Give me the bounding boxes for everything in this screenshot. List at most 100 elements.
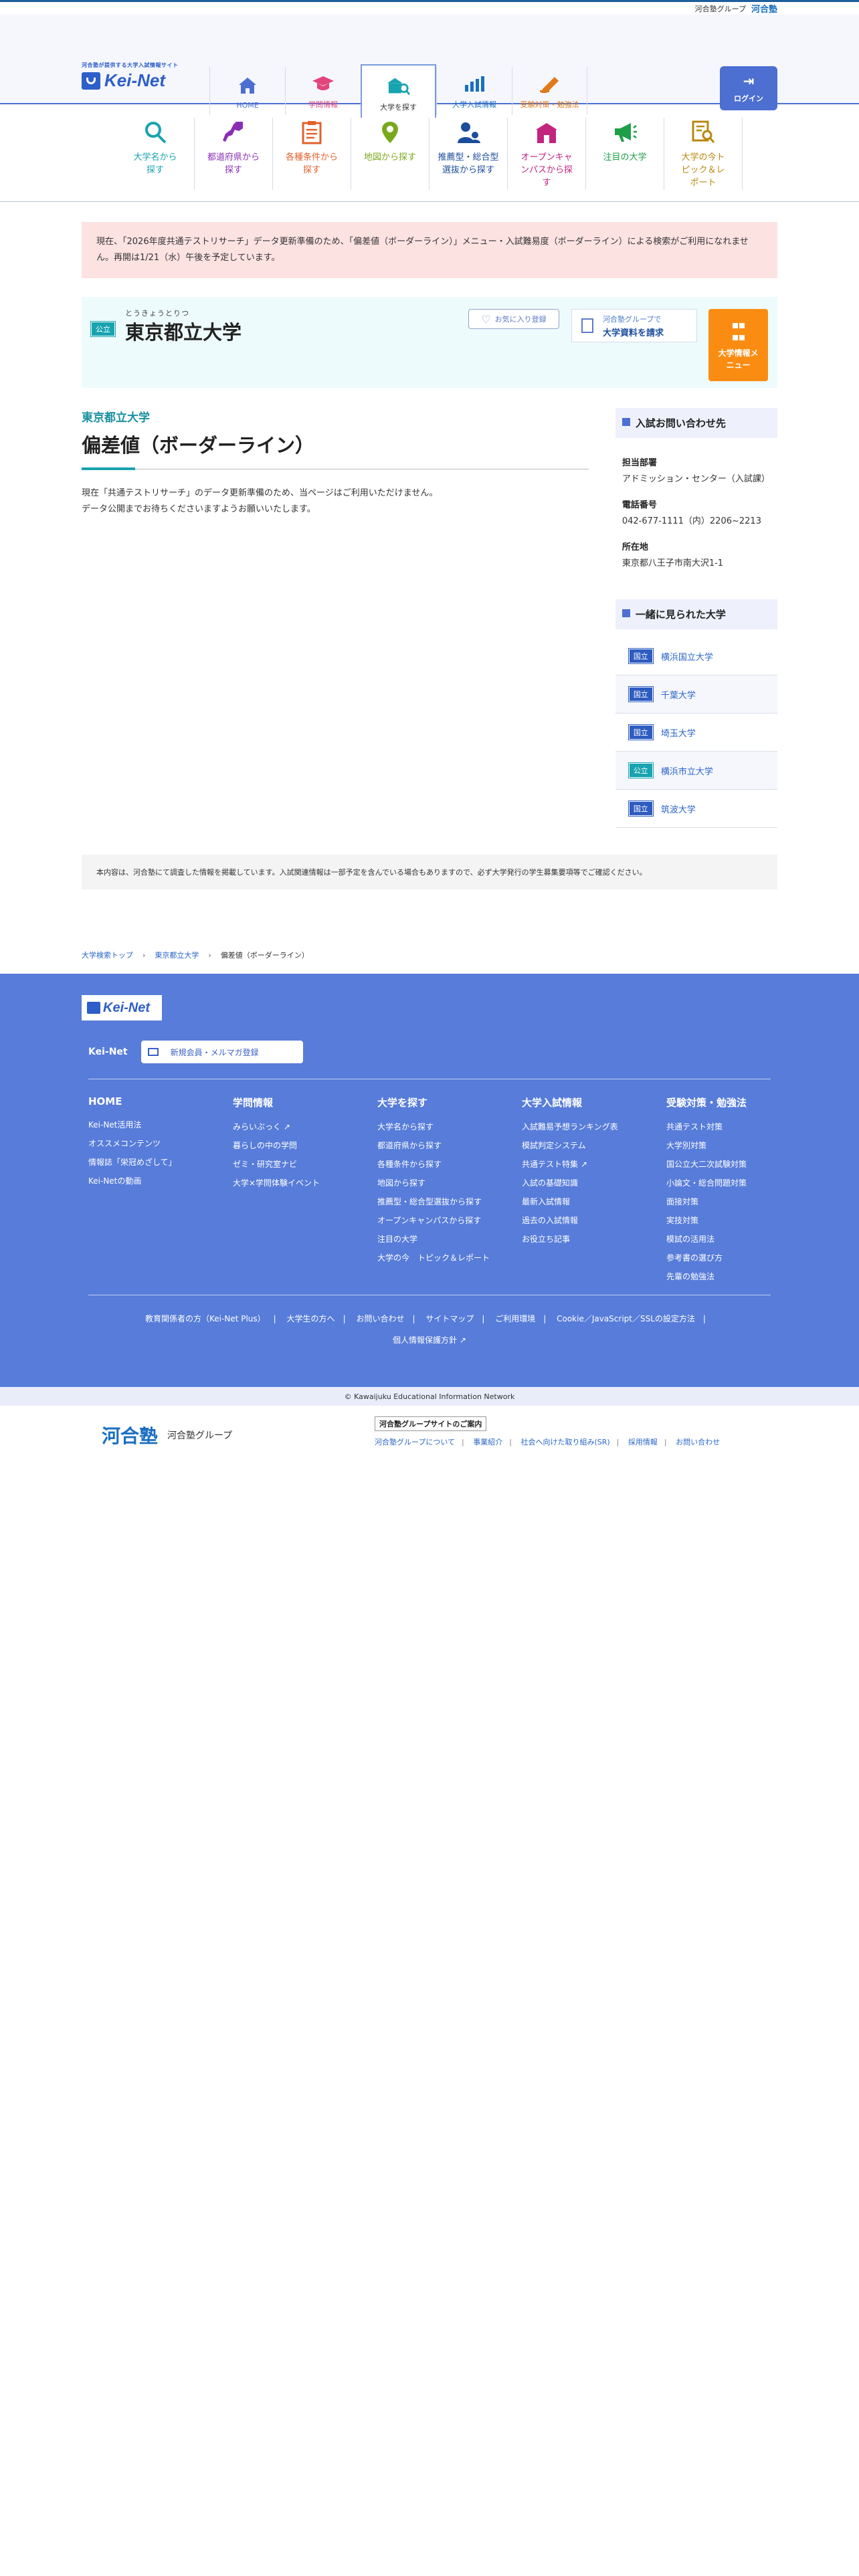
subnav-by-prefecture[interactable]: 都道府県から探す xyxy=(195,118,273,190)
group-link[interactable]: 河合塾グループについて xyxy=(375,1438,455,1446)
footer-bottom-link[interactable]: 個人情報保護方針 ↗ xyxy=(393,1335,466,1345)
page-title: 偏差値（ボーダーライン） xyxy=(82,430,589,470)
footer-link[interactable]: ゼミ・研究室ナビ xyxy=(233,1155,377,1174)
contact-info: 担当部署 アドミッション・センター（入試課） 電話番号 042-677-1111… xyxy=(615,438,777,584)
menu-label: 大学情報メニュー xyxy=(718,348,759,370)
footer-link[interactable]: 実技対策 xyxy=(666,1211,811,1230)
footer-link[interactable]: 国公立大二次試験対策 xyxy=(666,1155,811,1174)
subnav-by-map[interactable]: 地図から探す xyxy=(351,118,430,190)
footer-link[interactable]: 各種条件から探す xyxy=(377,1155,522,1174)
seen-university-link[interactable]: 国立 横浜国立大学 xyxy=(615,637,777,675)
footer-link[interactable]: 面接対策 xyxy=(666,1192,811,1211)
footer-link[interactable]: 大学の今 トピック＆レポート xyxy=(377,1249,522,1267)
footer-link[interactable]: 大学名から探す xyxy=(377,1117,522,1136)
footer-link[interactable]: 大学×学問体験イベント xyxy=(233,1174,377,1192)
seen-university-link[interactable]: 国立 千葉大学 xyxy=(615,675,777,714)
mail-icon xyxy=(147,1048,159,1056)
register-button[interactable]: 新規会員・メルマガ登録 xyxy=(140,1041,303,1063)
contact-value: 東京都八王子市南大沢1-1 xyxy=(622,558,724,568)
footer-link[interactable]: 共通テスト対策 xyxy=(666,1117,811,1136)
seen-university-link[interactable]: 公立 横浜市立大学 xyxy=(615,752,777,790)
footer-link[interactable]: 大学別対策 xyxy=(666,1136,811,1155)
maintenance-notice: 現在、「2026年度共通テストリサーチ」データ更新準備のため、「偏差値（ボーダー… xyxy=(82,222,777,278)
group-link[interactable]: 社会へ向けた取り組み(SR) xyxy=(520,1438,609,1446)
grid-icon: ▪▪ ▪▪ xyxy=(731,318,746,343)
subnav-featured[interactable]: 注目の大学 xyxy=(586,118,664,190)
footer-link[interactable]: Kei-Net活用法 xyxy=(88,1115,233,1134)
gnav-home[interactable]: HOME xyxy=(209,67,285,115)
footer-link[interactable]: 注目の大学 xyxy=(377,1230,522,1249)
footer-bottom-link[interactable]: Cookie／JavaScript／SSLの設定方法 xyxy=(557,1314,695,1323)
footer-link[interactable]: 推薦型・総合型選抜から探す xyxy=(377,1192,522,1211)
footer-link[interactable]: 模試の活用法 xyxy=(666,1230,811,1249)
footer-sitemap: HOME Kei-Net活用法 オススメコンテンツ 情報誌「栄冠めざして」 Ke… xyxy=(88,1095,811,1286)
subnav-label: 注目の大学 xyxy=(603,152,647,163)
footer-bottom-link[interactable]: サイトマップ xyxy=(425,1314,474,1323)
section-university-name: 東京都立大学 xyxy=(82,411,150,425)
favorite-button[interactable]: ♡ お気に入り登録 xyxy=(468,309,559,329)
footer-link[interactable]: 共通テスト特集 ↗ xyxy=(522,1155,666,1174)
footer-col-title[interactable]: HOME xyxy=(88,1095,233,1107)
gnav-study-methods[interactable]: 受験対策・勉強法 xyxy=(512,67,587,115)
footer-link[interactable]: 先輩の勉強法 xyxy=(666,1267,811,1286)
footer-bottom-link[interactable]: お問い合わせ xyxy=(356,1314,404,1323)
gnav-find-university[interactable]: 大学を探す xyxy=(361,64,436,118)
contact-label: 所在地 xyxy=(622,542,648,552)
request-materials-button[interactable]: 河合塾グループで 大学資料を請求 xyxy=(571,309,697,342)
footer-link[interactable]: 暮らしの中の学問 xyxy=(233,1136,377,1155)
footer-link[interactable]: 参考書の選び方 xyxy=(666,1249,811,1267)
footer-column: HOME Kei-Net活用法 オススメコンテンツ 情報誌「栄冠めざして」 Ke… xyxy=(88,1095,233,1286)
subnav-label: 地図から探す xyxy=(363,152,416,163)
group-link[interactable]: 事業紹介 xyxy=(473,1438,502,1446)
footer-logo-name: Kei-Net xyxy=(103,1000,151,1015)
subnav-by-recommendation[interactable]: 推薦型・総合型選抜から探す xyxy=(430,118,508,190)
footer-link[interactable]: オープンキャンパスから探す xyxy=(377,1211,522,1230)
footer-bottom-link[interactable]: 教育関係者の方（Kei-Net Plus） xyxy=(145,1314,266,1323)
subnav-by-open-campus[interactable]: オープンキャンパスから探す xyxy=(508,118,586,190)
footer-bottom-link[interactable]: ご利用環境 xyxy=(495,1314,535,1323)
university-menu-button[interactable]: ▪▪ ▪▪ 大学情報メニュー xyxy=(708,309,768,381)
gnav-label: 大学入試情報 xyxy=(452,100,496,109)
footer-col-title[interactable]: 大学を探す xyxy=(377,1095,522,1109)
footer-col-title[interactable]: 学問情報 xyxy=(233,1095,377,1109)
footer-col-title[interactable]: 大学入試情報 xyxy=(522,1095,666,1109)
footer-link[interactable]: 模試判定システム xyxy=(522,1136,666,1155)
footer-link[interactable]: 入試の基礎知識 xyxy=(522,1174,666,1192)
seen-university-link[interactable]: 国立 埼玉大学 xyxy=(615,714,777,752)
footer-link-text: 共通テスト特集 xyxy=(522,1160,579,1169)
campus-icon xyxy=(533,119,560,146)
site-footer: Kei-Net Kei-Net 新規会員・メルマガ登録 HOME Kei-Net… xyxy=(0,974,859,1387)
subnav-by-conditions[interactable]: 各種条件から探す xyxy=(273,118,351,190)
kei-net-logo[interactable]: 河合塾が提供する大学入試情報サイト Kei-Net xyxy=(82,62,195,91)
footer-col-title[interactable]: 受験対策・勉強法 xyxy=(666,1095,811,1109)
footer-link[interactable]: 最新入試情報 xyxy=(522,1192,666,1211)
footer-link[interactable]: 入試難易予想ランキング表 xyxy=(522,1117,666,1136)
group-link[interactable]: お問い合わせ xyxy=(676,1438,720,1446)
footer-link[interactable]: オススメコンテンツ xyxy=(88,1134,233,1153)
footer-link[interactable]: みらいぶっく ↗ xyxy=(233,1117,377,1136)
kawaijuku-mini-logo[interactable]: 河合塾 xyxy=(751,2,777,15)
login-button[interactable]: ⇥ ログイン xyxy=(720,66,777,110)
seen-university-link[interactable]: 国立 筑波大学 xyxy=(615,790,777,828)
breadcrumb-link[interactable]: 東京都立大学 xyxy=(155,950,199,960)
subnav-label: オープンキャンパスから探す xyxy=(520,152,573,188)
group-link[interactable]: 採用情報 xyxy=(628,1438,658,1446)
footer-link[interactable]: 過去の入試情報 xyxy=(522,1211,666,1230)
kawaijuku-logo[interactable]: 河合塾 河合塾グループ xyxy=(102,1422,232,1448)
footer-link[interactable]: お役立ち記事 xyxy=(522,1230,666,1249)
disclaimer: 本内容は、河合塾にて調査した情報を掲載しています。入試関連情報は一部予定を含んで… xyxy=(82,855,777,889)
gnav-admission-info[interactable]: 大学入試情報 xyxy=(436,67,512,115)
footer-link[interactable]: Kei-Netの動画 xyxy=(88,1172,233,1190)
gnav-academics[interactable]: 学問情報 xyxy=(285,67,361,115)
subnav-by-name[interactable]: 大学名から探す xyxy=(116,118,195,190)
home-icon xyxy=(236,76,259,96)
footer-link[interactable]: 地図から探す xyxy=(377,1174,522,1192)
subnav-topics[interactable]: 大学の今トピック＆レポート xyxy=(664,118,743,190)
footer-bottom-link[interactable]: 大学生の方へ xyxy=(287,1314,335,1323)
checklist-icon xyxy=(298,119,325,146)
footer-link[interactable]: 小論文・総合問題対策 xyxy=(666,1174,811,1192)
footer-link[interactable]: 都道府県から探す xyxy=(377,1136,522,1155)
footer-logo[interactable]: Kei-Net xyxy=(82,995,162,1021)
footer-link[interactable]: 情報誌「栄冠めざして」 xyxy=(88,1153,233,1172)
breadcrumb-link[interactable]: 大学検索トップ xyxy=(82,950,133,960)
